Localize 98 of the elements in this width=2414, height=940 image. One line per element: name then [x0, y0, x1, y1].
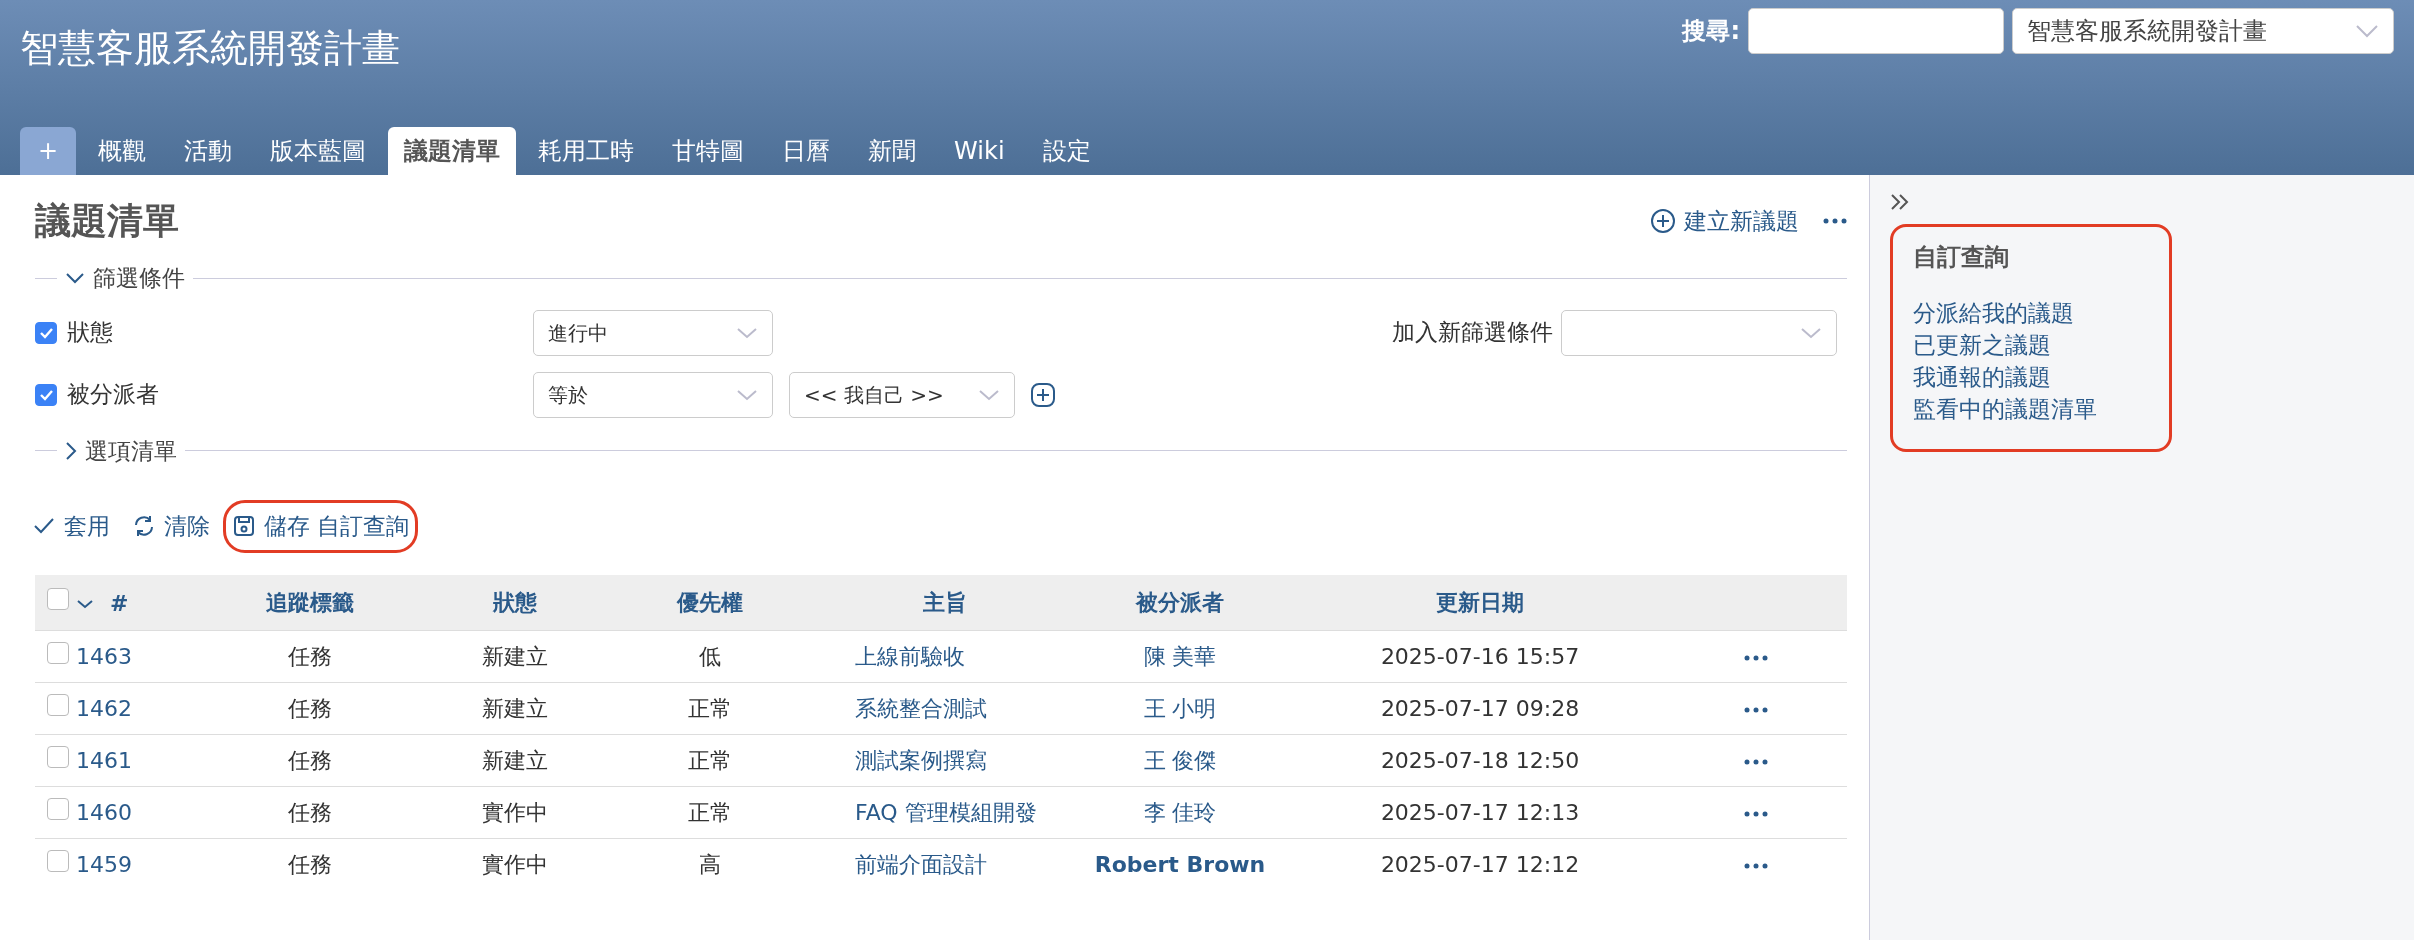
nav-tab[interactable]: 版本藍圖 — [254, 127, 383, 175]
assignee-link[interactable]: 王 小明 — [1143, 696, 1217, 721]
operator-select[interactable]: 進行中 — [533, 309, 773, 356]
column-header[interactable]: 更新日期 — [1436, 585, 1524, 619]
table-cell: 2025-07-17 12:12 — [1380, 852, 1580, 878]
nav-tab[interactable]: 活動 — [168, 127, 249, 175]
filter-label: 被分派者 — [67, 380, 160, 410]
add-filter-label: 加入新篩選條件 — [1392, 318, 1553, 348]
row-checkbox[interactable] — [46, 746, 69, 768]
table-cell: 正常 — [688, 748, 732, 773]
chevron-down-icon — [978, 388, 1000, 401]
assignee-link[interactable]: 陳 美華 — [1143, 644, 1217, 669]
page-title: 議題清單 — [35, 199, 179, 243]
chevron-down-icon — [736, 326, 758, 339]
table-cell: 實作中 — [482, 800, 548, 825]
table-cell: 2025-07-17 12:13 — [1380, 800, 1580, 825]
search-label: 搜尋: — [1682, 16, 1740, 47]
filter-checkbox[interactable] — [35, 383, 57, 406]
select-all-checkbox[interactable] — [46, 587, 69, 610]
action-link[interactable]: 套用 — [23, 500, 119, 553]
action-link[interactable]: 清除 — [123, 500, 219, 553]
sidebar-link[interactable]: 已更新之議題 — [1913, 328, 2149, 361]
issue-id-link[interactable]: 1462 — [76, 696, 132, 721]
nav-tab[interactable]: 耗用工時 — [522, 127, 651, 175]
checkmark-icon — [39, 326, 53, 339]
subject-link[interactable]: 測試案例撰寫 — [855, 748, 987, 773]
subject-link[interactable]: 前端介面設計 — [855, 852, 987, 878]
more-icon[interactable] — [1744, 759, 1768, 765]
nav-tab[interactable]: 概觀 — [82, 127, 163, 175]
issue-id-link[interactable]: 1461 — [76, 748, 132, 773]
chevron-down-icon — [65, 272, 85, 285]
table-cell: 正常 — [688, 696, 732, 721]
column-header[interactable]: 優先權 — [677, 585, 743, 619]
table-cell: 任務 — [288, 748, 332, 773]
more-icon[interactable] — [1744, 707, 1768, 713]
table-cell: 高 — [699, 852, 721, 878]
row-checkbox[interactable] — [46, 798, 69, 820]
more-icon[interactable] — [1744, 863, 1768, 870]
table-cell: 任務 — [288, 696, 332, 721]
issue-id-link[interactable]: 1460 — [76, 800, 132, 825]
nav-tab[interactable]: 議題清單 — [388, 127, 517, 175]
table-cell: 任務 — [288, 852, 332, 878]
table-cell: 2025-07-16 15:57 — [1380, 644, 1580, 669]
nav-tab[interactable]: 設定 — [1026, 127, 1107, 175]
collapse-sidebar-icon[interactable] — [1890, 192, 1910, 211]
nav-tab[interactable]: Wiki — [938, 127, 1021, 175]
assignee-link[interactable]: Robert Brown — [1094, 852, 1266, 878]
sidebar-link[interactable]: 我通報的議題 — [1913, 360, 2149, 393]
plus-circle-icon — [1650, 208, 1676, 234]
filter-checkbox[interactable] — [35, 321, 57, 344]
new-issue-link[interactable]: 建立新議題 — [1650, 203, 1799, 239]
table-cell: 正常 — [688, 800, 732, 825]
nav-tab[interactable]: 日曆 — [766, 127, 847, 175]
table-cell: 實作中 — [482, 852, 548, 878]
table-cell: 新建立 — [482, 696, 548, 721]
options-toggle[interactable]: 選項清單 — [65, 433, 177, 468]
operator-select[interactable]: 等於 — [533, 371, 773, 418]
subject-link[interactable]: 上線前驗收 — [855, 644, 965, 669]
issue-id-link[interactable]: 1463 — [76, 644, 132, 669]
assignee-link[interactable]: 李 佳玲 — [1143, 800, 1217, 825]
value-select[interactable]: << 我自己 >> — [789, 371, 1015, 418]
nav-tab[interactable]: 新聞 — [852, 127, 933, 175]
refresh-icon — [132, 514, 156, 539]
checkmark-icon — [39, 388, 53, 401]
sidebar-link[interactable]: 監看中的議題清單 — [1913, 392, 2149, 425]
subject-link[interactable]: FAQ 管理模組開發 — [855, 800, 1037, 825]
chevron-right-icon — [65, 440, 77, 461]
row-checkbox[interactable] — [46, 694, 69, 716]
sidebar-link[interactable]: 分派給我的議題 — [1913, 296, 2149, 329]
table-cell: 任務 — [288, 800, 332, 825]
chevron-down-icon — [1800, 326, 1822, 339]
column-header[interactable]: 主旨 — [923, 585, 967, 619]
table-cell: 任務 — [288, 644, 332, 669]
more-icon[interactable] — [1823, 218, 1847, 224]
filters-toggle[interactable]: 篩選條件 — [65, 261, 185, 296]
sidebar-heading: 自訂查詢 — [1913, 241, 2010, 273]
chevron-down-icon — [736, 388, 758, 401]
row-checkbox[interactable] — [46, 642, 69, 664]
assignee-link[interactable]: 王 俊傑 — [1143, 748, 1217, 773]
table-cell: 新建立 — [482, 748, 548, 773]
issue-id-link[interactable]: 1459 — [76, 852, 132, 878]
project-title: 智慧客服系統開發計畫 — [20, 25, 400, 72]
action-link[interactable]: 儲存 自訂查詢 — [223, 500, 419, 553]
more-icon[interactable] — [1744, 655, 1768, 661]
table-cell: 低 — [699, 644, 721, 669]
table-cell: 2025-07-17 09:28 — [1380, 696, 1580, 721]
table-cell: 新建立 — [482, 644, 548, 669]
project-select[interactable]: 智慧客服系統開發計畫 — [2012, 8, 2394, 54]
filter-label: 狀態 — [67, 318, 114, 348]
chevron-down-icon — [2355, 24, 2379, 38]
sort-chevron-icon — [76, 598, 94, 609]
table-cell: 2025-07-18 12:50 — [1380, 748, 1580, 773]
nav-tab[interactable]: 甘特圖 — [656, 127, 761, 175]
search-field[interactable] — [1748, 8, 2004, 54]
subject-link[interactable]: 系統整合測試 — [855, 696, 987, 721]
row-checkbox[interactable] — [46, 850, 69, 873]
column-header[interactable]: 狀態 — [493, 585, 537, 619]
more-icon[interactable] — [1744, 811, 1768, 817]
